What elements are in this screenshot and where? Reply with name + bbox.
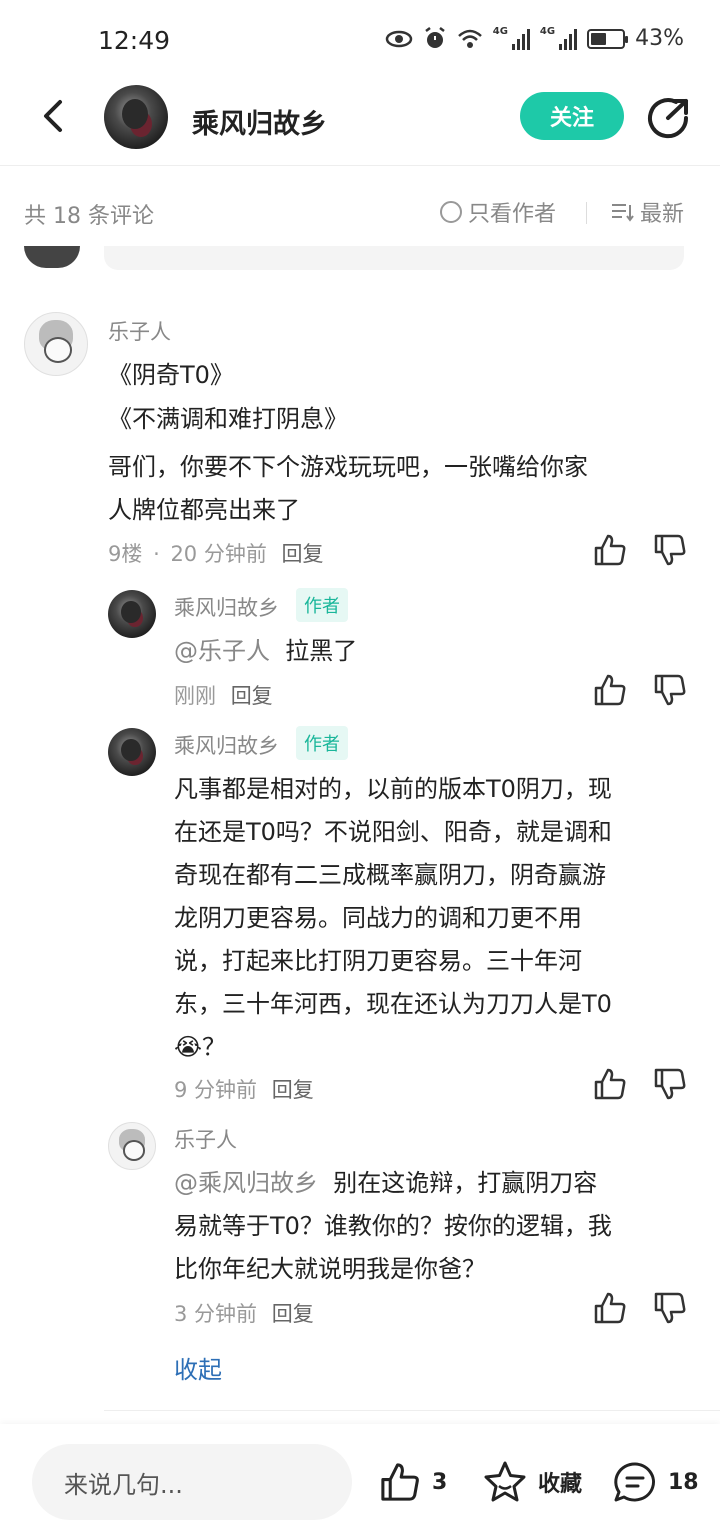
thumbs-down-icon[interactable] — [652, 672, 688, 708]
page-header: 乘风归故乡 关注 — [0, 84, 720, 166]
share-icon[interactable] — [646, 96, 690, 140]
reply-button[interactable]: 回复 — [272, 1078, 314, 1102]
reply-line: 凡事都是相对的，以前的版本T0阴刀，现 — [174, 775, 612, 803]
like-button[interactable]: 3 — [378, 1460, 447, 1504]
comments-bar: 共 18 条评论 只看作者 最新 — [0, 188, 720, 238]
reply-line: 说，打起来比打阴刀更容易。三十年河 — [174, 947, 582, 975]
divider — [586, 202, 587, 224]
mention-link[interactable]: @乘风归故乡 — [174, 1169, 318, 1197]
author-badge: 作者 — [296, 726, 348, 760]
follow-button[interactable]: 关注 — [520, 92, 624, 140]
thumbs-up-icon[interactable] — [592, 672, 628, 708]
alarm-icon — [425, 26, 445, 48]
reply-line: 在还是T0吗？不说阳剑、阳奇，就是调和 — [174, 818, 612, 846]
comments-button[interactable]: 18 — [612, 1460, 699, 1504]
reply-user-name[interactable]: 乘风归故乡 — [174, 730, 279, 760]
reply-avatar[interactable] — [108, 728, 156, 776]
author-avatar[interactable] — [104, 85, 168, 149]
previous-avatar-partial — [24, 246, 80, 268]
reply-button[interactable]: 回复 — [272, 1302, 314, 1326]
thumbs-down-icon[interactable] — [652, 532, 688, 568]
reply-meta: 3 分钟前 回复 — [174, 1298, 314, 1328]
sort-list-icon — [612, 204, 634, 222]
reply-time: 3 分钟前 — [174, 1302, 258, 1326]
reply-avatar[interactable] — [108, 590, 156, 638]
reply-user-name[interactable]: 乐子人 — [174, 1124, 237, 1154]
comment-input[interactable]: 来说几句... — [32, 1444, 352, 1520]
status-time: 12:49 — [98, 26, 171, 55]
reply-body: 拉黑了 — [285, 637, 358, 665]
reply-line: 比你年纪大就说明我是你爸？ — [174, 1255, 486, 1283]
comment-bubble-icon — [614, 1462, 655, 1502]
thumbs-up-icon — [381, 1463, 419, 1501]
divider — [104, 1410, 720, 1411]
network-label: 4G — [492, 26, 508, 37]
eye-icon — [385, 30, 412, 47]
reply-line: 龙阴刀更容易。同战力的调和刀更不用 — [174, 904, 582, 932]
thumbs-down-icon[interactable] — [652, 1290, 688, 1326]
floor-label: 9楼 — [108, 542, 143, 566]
collapse-replies-link[interactable]: 收起 — [174, 1350, 222, 1385]
thumbs-up-icon[interactable] — [592, 1066, 628, 1102]
thumbs-up-icon[interactable] — [592, 532, 628, 568]
author-only-label: 只看作者 — [468, 202, 557, 227]
reply-line: 😭？ — [174, 1033, 227, 1061]
reply-line: 奇现在都有二三成概率赢阴刀，阴奇赢游 — [174, 861, 606, 889]
status-icons: 4G 4G 43% — [385, 26, 684, 51]
comment-count: 18 — [668, 1469, 699, 1495]
reply-button[interactable]: 回复 — [231, 684, 273, 708]
dot-separator: · — [153, 542, 160, 566]
commenter-avatar[interactable] — [24, 312, 88, 376]
author-only-toggle[interactable]: 只看作者 — [440, 196, 556, 228]
thumbs-down-icon[interactable] — [652, 1066, 688, 1102]
previous-reply-box-partial — [104, 246, 684, 270]
reply-line: 易就等于T0？谁教你的？按你的逻辑，我 — [174, 1212, 612, 1240]
radio-circle-icon — [440, 201, 462, 223]
comment-line: 《阴奇T0》 — [108, 361, 234, 389]
author-badge: 作者 — [296, 588, 348, 622]
reply-text: @乐子人 拉黑了 — [174, 630, 357, 673]
comment-line: 《不满调和难打阴息》 — [108, 405, 348, 433]
battery-percent: 43% — [635, 26, 684, 51]
thumbs-up-icon[interactable] — [592, 1290, 628, 1326]
reply-avatar[interactable] — [108, 1122, 156, 1170]
comment-count-text: 共 18 条评论 — [24, 204, 154, 229]
reply-line: 东，三十年河西，现在还认为刀刀人是T0 — [174, 990, 612, 1018]
wifi-icon — [457, 29, 482, 48]
comment-line: 哥们，你要不下个游戏玩玩吧，一张嘴给你家 — [108, 453, 588, 481]
signal-icon-2 — [559, 28, 578, 50]
status-bar: 12:49 4G 4G 43% — [0, 0, 720, 84]
reply-button[interactable]: 回复 — [282, 542, 324, 566]
comment-meta: 9楼 · 20 分钟前 回复 — [108, 538, 324, 568]
like-count: 3 — [432, 1469, 448, 1495]
back-arrow-icon[interactable] — [34, 96, 74, 136]
reply-meta: 9 分钟前 回复 — [174, 1074, 314, 1104]
reply-line: @乘风归故乡 别在这诡辩，打赢阴刀容 — [174, 1162, 597, 1205]
sort-toggle[interactable]: 最新 — [610, 196, 684, 228]
reply-meta: 刚刚 回复 — [174, 680, 273, 710]
reply-time: 刚刚 — [174, 684, 216, 708]
commenter-name[interactable]: 乐子人 — [108, 316, 171, 346]
author-name[interactable]: 乘风归故乡 — [192, 102, 327, 141]
comment-time: 20 分钟前 — [170, 542, 267, 566]
battery-icon — [587, 28, 629, 49]
comment-line: 人牌位都亮出来了 — [108, 496, 300, 524]
reply-body: 别在这诡辩，打赢阴刀容 — [333, 1169, 598, 1197]
star-icon — [484, 1461, 526, 1502]
signal-icon — [511, 28, 530, 50]
bottom-action-bar: 来说几句... 3 收藏 18 — [0, 1424, 720, 1540]
mention-link[interactable]: @乐子人 — [174, 637, 270, 665]
favorite-label: 收藏 — [538, 1472, 583, 1497]
reply-time: 9 分钟前 — [174, 1078, 258, 1102]
sort-label: 最新 — [640, 202, 685, 227]
favorite-button[interactable]: 收藏 — [482, 1460, 582, 1504]
network-label-2: 4G — [539, 26, 556, 37]
reply-user-name[interactable]: 乘风归故乡 — [174, 592, 279, 622]
